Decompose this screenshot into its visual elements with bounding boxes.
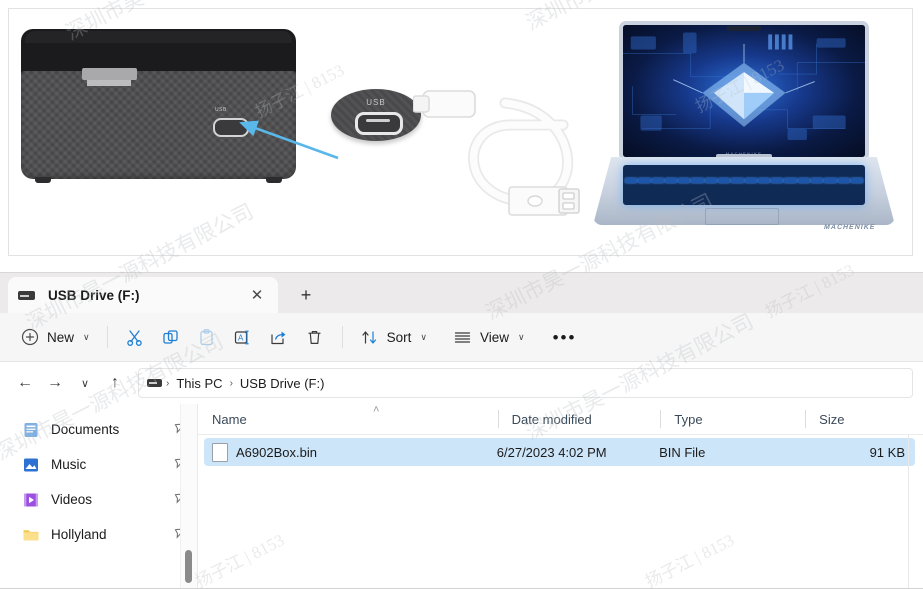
toolbar-divider-2 [341, 326, 343, 348]
cell-type: BIN File [659, 444, 706, 460]
breadcrumb-item-this-pc[interactable]: This PC [173, 376, 225, 391]
delete-button[interactable] [297, 321, 333, 353]
sidebar-item-label: Music [51, 457, 87, 472]
toolbar-divider [106, 326, 108, 348]
usb-port-callout: USB [331, 89, 421, 141]
sort-ascending-icon: ˄ [373, 404, 380, 416]
view-button-label: View [479, 329, 509, 345]
rename-button[interactable]: A [225, 321, 261, 353]
file-list-pane: Name ˄ Date modified Type Size A6902Box.… [197, 404, 923, 589]
sidebar-item-label: Videos [51, 492, 93, 507]
column-headers: Name ˄ Date modified Type Size [198, 404, 923, 435]
laptop-screen-wallpaper [623, 25, 865, 157]
callout-usb-c-port [355, 112, 403, 135]
column-header-name[interactable]: Name ˄ [198, 404, 498, 434]
file-icon [212, 442, 228, 462]
new-tab-button[interactable]: + [292, 281, 320, 309]
breadcrumb-separator: › [166, 377, 170, 389]
chevron-down-icon: ∨ [420, 331, 427, 342]
cell-size: 91 KB [869, 444, 905, 460]
recent-locations-button[interactable]: ∨ [70, 368, 100, 398]
wallpaper-art [623, 32, 865, 141]
table-row[interactable]: A6902Box.bin 6/27/2023 4:02 PM BIN File … [204, 438, 915, 466]
paste-button[interactable] [189, 321, 225, 353]
explorer-body: Documents Music Videos Hollyland Name ˄ … [0, 404, 923, 589]
documents-icon [22, 421, 40, 439]
tab-title: USB Drive (F:) [48, 287, 140, 303]
column-header-name-label: Name [212, 411, 247, 427]
laptop-touchpad [705, 208, 779, 225]
cut-button[interactable] [117, 321, 153, 353]
up-button[interactable]: ↑ [100, 368, 130, 398]
callout-usb-label: USB [366, 98, 386, 107]
callout-arrow-icon [239, 120, 339, 160]
usb-drive-icon [18, 290, 35, 300]
videos-icon [22, 491, 40, 509]
navigation-pane-scrollbar[interactable] [180, 404, 197, 589]
cell-name: A6902Box.bin [204, 438, 497, 466]
breadcrumb[interactable]: › This PC › USB Drive (F:) [138, 368, 913, 398]
laptop-webcam [727, 26, 761, 31]
device-foot-right [266, 177, 282, 183]
device-top-lid [21, 29, 296, 77]
music-icon [22, 456, 40, 474]
column-header-size[interactable]: Size [805, 404, 923, 434]
sort-button[interactable]: Sort ∨ [352, 321, 435, 353]
trash-icon [305, 327, 325, 347]
paste-icon [197, 327, 217, 347]
folder-icon [22, 526, 40, 544]
close-icon[interactable]: ✕ [246, 284, 268, 306]
laptop-lid: MACHENIKE [619, 21, 869, 161]
sidebar-item-label: Hollyland [51, 527, 107, 542]
device-foot-left [35, 177, 51, 183]
sort-arrows-icon [360, 327, 380, 347]
forward-button[interactable]: → [40, 368, 70, 398]
svg-text:A: A [238, 333, 244, 342]
command-bar: New ∨ A Sort ∨ View ∨ ••• [0, 313, 923, 362]
copy-button[interactable] [153, 321, 189, 353]
chevron-down-icon: ∨ [518, 331, 525, 342]
sort-button-label: Sort [386, 329, 412, 345]
laptop-logo: MACHENIKE [822, 224, 876, 231]
rename-icon: A [233, 327, 253, 347]
cell-date-modified: 6/27/2023 4:02 PM [496, 444, 607, 460]
column-header-type[interactable]: Type [660, 404, 805, 434]
plus-circle-icon [20, 327, 40, 347]
chevron-down-icon: ∨ [83, 331, 90, 342]
sidebar-item-hollyland[interactable]: Hollyland [0, 517, 197, 552]
tab-usb-drive[interactable]: USB Drive (F:) ✕ [8, 277, 278, 313]
more-options-button[interactable]: ••• [545, 321, 585, 353]
share-icon [269, 327, 289, 347]
new-button[interactable]: New ∨ [12, 321, 98, 353]
share-button[interactable] [261, 321, 297, 353]
file-explorer-window: USB Drive (F:) ✕ + New ∨ A Sort ∨ View ∨… [0, 272, 923, 589]
laptop-keyboard [623, 165, 865, 205]
product-diagram-panel: USB USB MACHENIKE [8, 8, 913, 256]
navigation-bar: ← → ∨ ↑ › This PC › USB Drive (F:) [0, 362, 923, 404]
new-button-label: New [47, 329, 75, 345]
tab-strip: USB Drive (F:) ✕ + [0, 273, 923, 313]
column-header-date-modified[interactable]: Date modified [497, 404, 661, 434]
scrollbar-thumb[interactable] [185, 550, 192, 583]
sidebar-item-documents[interactable]: Documents [0, 412, 197, 447]
navigation-pane: Documents Music Videos Hollyland [0, 404, 197, 589]
breadcrumb-item-usb-drive[interactable]: USB Drive (F:) [237, 376, 328, 391]
scissors-icon [125, 327, 145, 347]
sidebar-item-music[interactable]: Music [0, 447, 197, 482]
laptop-illustration: MACHENIKE MACHENIKE [589, 15, 899, 245]
usb-drive-icon [147, 379, 162, 387]
file-name-label: A6902Box.bin [236, 444, 317, 460]
device-handle [82, 68, 137, 80]
device-usb-label: USB [215, 107, 227, 113]
view-lines-icon [453, 327, 473, 347]
sidebar-item-videos[interactable]: Videos [0, 482, 197, 517]
copy-icon [161, 327, 181, 347]
column-divider [908, 435, 909, 589]
back-button[interactable]: ← [10, 368, 40, 398]
file-rows: A6902Box.bin 6/27/2023 4:02 PM BIN File … [198, 435, 923, 589]
view-button[interactable]: View ∨ [445, 321, 533, 353]
breadcrumb-separator: › [229, 377, 233, 389]
sidebar-item-label: Documents [51, 422, 120, 437]
